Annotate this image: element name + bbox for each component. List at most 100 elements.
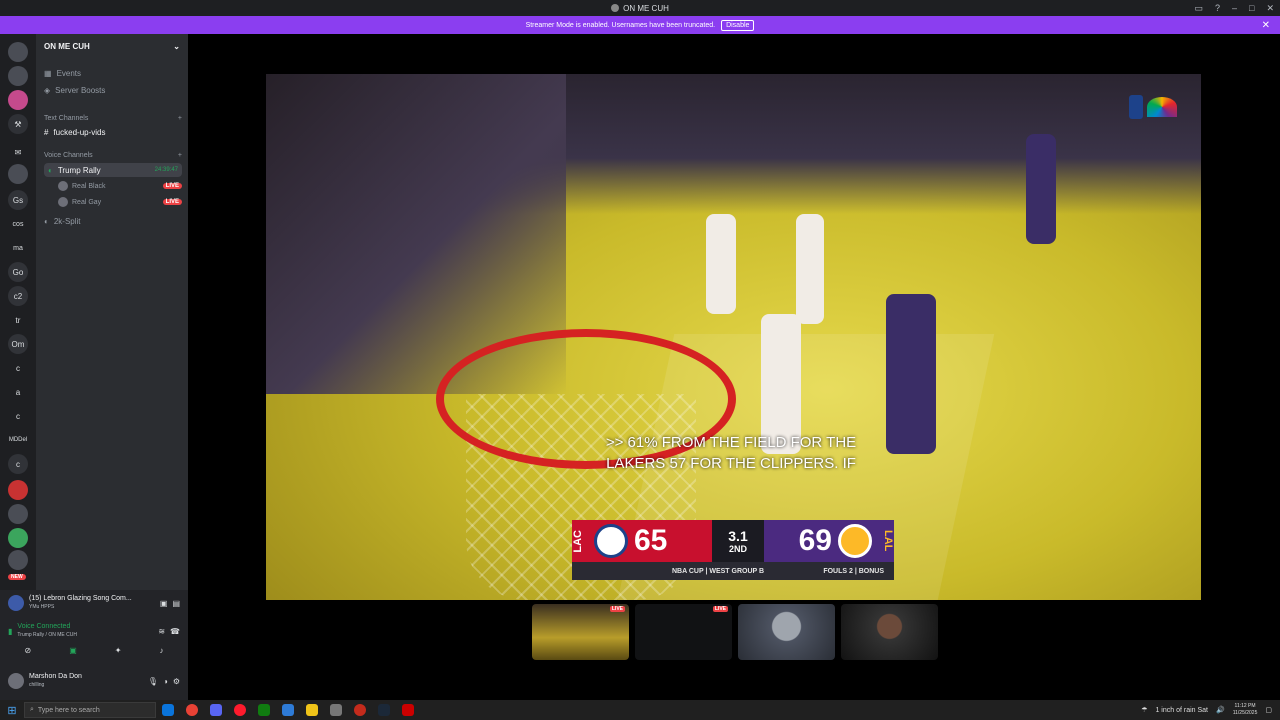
steam-icon[interactable] <box>378 704 390 716</box>
voice-member[interactable]: Real Gay LIVE <box>44 197 182 207</box>
stream-thumbnails: LIVE LIVE <box>532 604 938 660</box>
stream-thumbnail[interactable]: LIVE <box>635 604 732 660</box>
banner-close-icon[interactable]: ✕ <box>1262 20 1270 31</box>
windows-start-icon[interactable]: ⊞ <box>0 704 24 717</box>
server-c2[interactable]: c2 <box>8 286 28 306</box>
participant-tile[interactable] <box>738 604 835 660</box>
server-icon[interactable] <box>8 550 28 570</box>
server-icon[interactable] <box>8 480 28 500</box>
server-go[interactable]: Go <box>8 262 28 282</box>
member-name: Real Black <box>72 182 106 190</box>
avatar <box>58 197 68 207</box>
headset-icon[interactable]: ◑ <box>163 677 168 686</box>
away-abbr: LAL <box>882 530 894 552</box>
maximize-icon[interactable]: □ <box>1249 3 1254 13</box>
mic-icon[interactable]: 🎙 <box>148 677 158 686</box>
app-icon[interactable] <box>402 704 414 716</box>
xbox-icon[interactable] <box>258 704 270 716</box>
hash-icon: # <box>44 128 49 137</box>
speaker-icon: ◐ <box>44 217 49 226</box>
server-icon[interactable] <box>8 504 28 524</box>
lakers-logo-icon <box>838 524 872 558</box>
server-om[interactable]: Om <box>8 334 28 354</box>
activity-row[interactable]: (15) Lebron Glazing Song Com... YMu HPPS… <box>8 594 180 612</box>
help-icon[interactable]: ? <box>1215 3 1220 13</box>
events-item[interactable]: ▦ Events <box>44 69 182 78</box>
server-icon[interactable] <box>8 66 28 86</box>
server-c[interactable]: c <box>8 358 28 378</box>
noise-icon[interactable]: ≋ <box>158 627 165 636</box>
voice-channel-label: 2k-Split <box>53 217 81 226</box>
activities-icon[interactable]: ✦ <box>115 646 122 655</box>
live-badge: LIVE <box>162 199 182 205</box>
caption-line: LAKERS 57 FOR THE CLIPPERS. IF <box>606 455 856 472</box>
volume-icon[interactable]: 🔊 <box>1216 706 1225 714</box>
server-gs[interactable]: Gs <box>8 190 28 210</box>
voice-channel-2k-split[interactable]: ◐ 2k-Split <box>44 217 182 226</box>
taskbar-search[interactable]: ⌕ Type here to search <box>24 702 156 718</box>
server-icon[interactable] <box>8 42 28 62</box>
chrome-icon[interactable] <box>186 704 198 716</box>
activity-sub: YMu HPPS <box>29 604 55 610</box>
server-cos[interactable]: cos <box>8 214 28 234</box>
opera-icon[interactable] <box>234 704 246 716</box>
server-tr[interactable]: tr <box>8 310 28 330</box>
add-channel-icon[interactable]: + <box>178 115 182 122</box>
disconnect-icon[interactable]: ☎ <box>170 627 180 636</box>
text-category[interactable]: Text Channels + <box>44 115 182 122</box>
screen-share-icon[interactable]: ▣ <box>69 646 77 655</box>
app-icon[interactable] <box>354 704 366 716</box>
server-icon[interactable]: ✉ <box>8 142 28 162</box>
camera-off-icon[interactable]: ⊘ <box>25 646 32 655</box>
voice-channel-trump-rally[interactable]: ◐ Trump Rally 24:39:47 <box>44 163 182 177</box>
away-team: 69 LAL <box>764 520 894 562</box>
app-icon[interactable] <box>282 704 294 716</box>
inbox-icon[interactable]: ▭ <box>1194 3 1203 14</box>
stream-video[interactable]: >> 61% FROM THE FIELD FOR THE LAKERS 57 … <box>266 74 1201 600</box>
notification-icon[interactable]: ▢ <box>1265 706 1272 714</box>
weather-text[interactable]: 1 inch of rain Sat <box>1155 707 1208 714</box>
server-icon[interactable] <box>8 528 28 548</box>
server-c[interactable]: c <box>8 454 28 474</box>
minimize-icon[interactable]: – <box>1232 3 1237 13</box>
server-mddel[interactable]: MDDel <box>8 430 28 450</box>
voice-status[interactable]: Voice Connected <box>17 622 153 631</box>
server-ma[interactable]: ma <box>8 238 28 258</box>
settings-icon[interactable] <box>330 704 342 716</box>
clock-date: 11/25/2025 <box>1232 710 1258 716</box>
server-icon[interactable]: ⚒ <box>8 114 28 134</box>
participant-tile[interactable] <box>841 604 938 660</box>
weather-icon[interactable]: ☂ <box>1141 706 1147 714</box>
boosts-item[interactable]: ◈ Server Boosts <box>44 86 182 95</box>
channel-fucked-up-vids[interactable]: # fucked-up-vids <box>44 128 182 137</box>
search-icon: ⌕ <box>30 706 34 713</box>
events-label: Events <box>56 69 82 78</box>
server-c[interactable]: c <box>8 406 28 426</box>
user-avatar <box>8 673 24 689</box>
close-icon[interactable]: ✕ <box>1266 3 1274 14</box>
grid-icon[interactable]: ▤ <box>172 599 180 608</box>
voice-member[interactable]: Real Black LIVE <box>44 181 182 191</box>
clock-time: 11:12 PM <box>1234 703 1256 709</box>
disable-button[interactable]: Disable <box>721 19 755 31</box>
discord-icon[interactable] <box>210 704 222 716</box>
add-channel-icon[interactable]: + <box>178 152 182 159</box>
windows-taskbar: ⊞ ⌕ Type here to search ☂ 1 inch of rain… <box>0 700 1280 720</box>
taskbar-clock[interactable]: 11:12 PM 11/25/2025 <box>1233 703 1258 717</box>
nba-logo-icon <box>1129 95 1143 119</box>
stream-thumbnail[interactable]: LIVE <box>532 604 629 660</box>
user-row[interactable]: Marshon Da Don chilling 🎙 ◑ ⚙ <box>8 672 180 690</box>
server-icon[interactable] <box>8 90 28 110</box>
file-explorer-icon[interactable] <box>306 704 318 716</box>
stream-icon[interactable]: ▣ <box>160 599 168 608</box>
edge-icon[interactable] <box>162 704 174 716</box>
live-badge: LIVE <box>162 183 182 189</box>
peacock-logo-icon <box>1147 97 1177 117</box>
channel-label: fucked-up-vids <box>53 128 106 137</box>
server-header[interactable]: ON ME CUH ⌄ <box>36 34 188 58</box>
server-a[interactable]: a <box>8 382 28 402</box>
server-icon[interactable] <box>8 164 28 184</box>
settings-gear-icon[interactable]: ⚙ <box>173 677 180 686</box>
voice-category[interactable]: Voice Channels + <box>44 152 182 159</box>
soundboard-icon[interactable]: ♪ <box>159 646 163 655</box>
